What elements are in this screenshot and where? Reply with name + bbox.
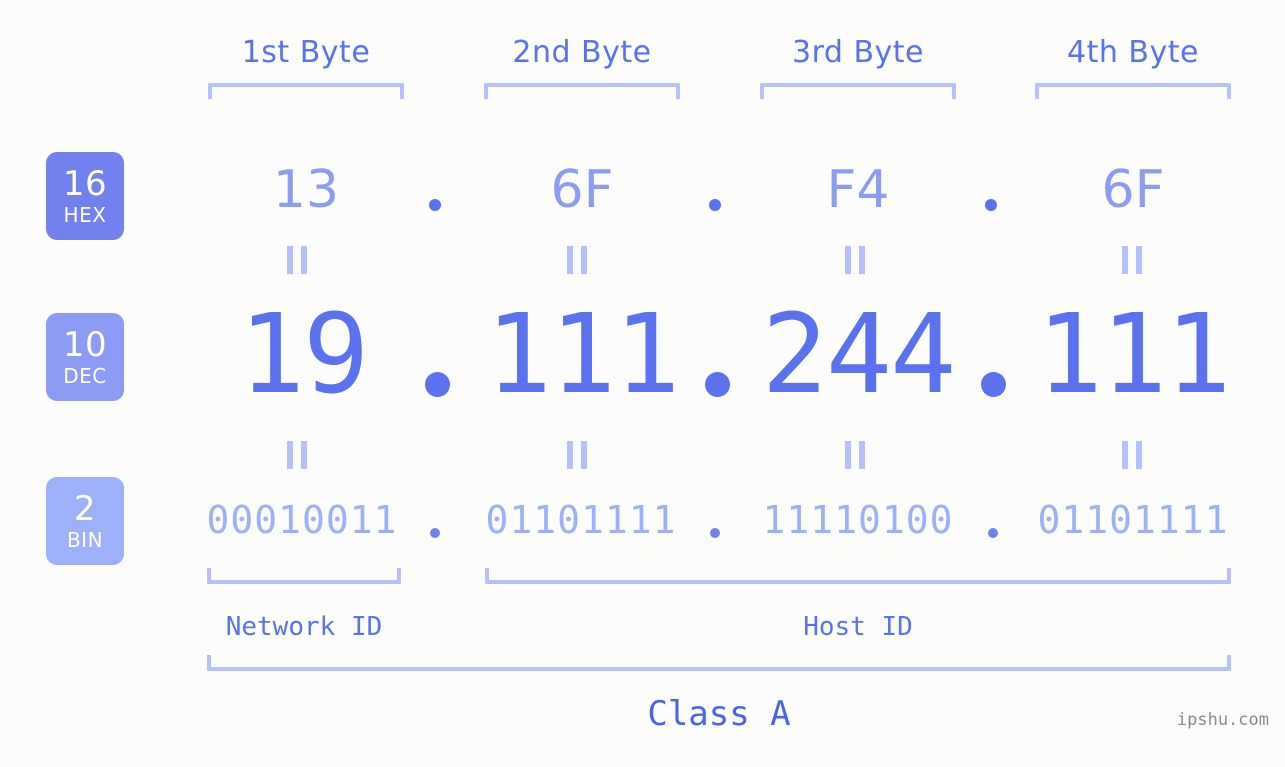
bin-separator-dot-3: [988, 528, 998, 538]
host-id-label: Host ID: [803, 612, 913, 642]
equals-mark-hex-dec-2: [567, 246, 593, 274]
dec-byte-3: 244: [761, 290, 957, 418]
bracket-byte-2: [484, 83, 680, 99]
watermark: ipshu.com: [1176, 710, 1269, 730]
bracket-byte-3: [760, 83, 956, 99]
bracket-byte-1: [208, 83, 404, 99]
base-badge-dec: 10 DEC: [46, 313, 124, 401]
hex-byte-1: 13: [272, 160, 340, 220]
bin-separator-dot-1: [430, 528, 440, 538]
hex-separator-dot-1: [429, 199, 441, 211]
byte-header-2: 2nd Byte: [512, 35, 652, 70]
equals-mark-dec-bin-3: [845, 441, 871, 469]
equals-mark-hex-dec-4: [1122, 246, 1148, 274]
bin-separator-dot-2: [710, 528, 720, 538]
equals-mark-dec-bin-1: [287, 441, 313, 469]
base-badge-hex-number: 16: [62, 163, 108, 204]
hex-separator-dot-2: [709, 199, 721, 211]
dec-separator-dot-3: [981, 372, 1006, 397]
base-badge-hex-name: HEX: [63, 202, 107, 227]
base-badge-bin: 2 BIN: [46, 477, 124, 565]
dec-separator-dot-1: [425, 372, 450, 397]
dec-separator-dot-2: [705, 372, 730, 397]
network-id-label: Network ID: [225, 612, 383, 642]
byte-header-3: 3rd Byte: [791, 35, 925, 70]
base-badge-dec-number: 10: [62, 324, 108, 365]
base-badge-bin-number: 2: [73, 488, 97, 529]
bin-byte-3: 11110100: [762, 498, 954, 542]
bracket-class: [207, 655, 1231, 671]
equals-mark-hex-dec-3: [845, 246, 871, 274]
class-label: Class A: [647, 694, 791, 734]
equals-mark-hex-dec-1: [287, 246, 313, 274]
bin-byte-2: 01101111: [485, 498, 677, 542]
bracket-byte-4: [1035, 83, 1231, 99]
dec-byte-2: 111: [485, 290, 681, 418]
dec-byte-1: 19: [238, 290, 369, 418]
hex-byte-2: 6F: [550, 160, 614, 220]
dec-byte-4: 111: [1036, 290, 1232, 418]
hex-separator-dot-3: [985, 199, 997, 211]
bin-byte-4: 01101111: [1037, 498, 1229, 542]
hex-byte-3: F4: [826, 160, 890, 220]
base-badge-bin-name: BIN: [66, 527, 104, 552]
hex-byte-4: 6F: [1101, 160, 1165, 220]
equals-mark-dec-bin-2: [567, 441, 593, 469]
ip-breakdown-diagram: 1st Byte 2nd Byte 3rd Byte 4th Byte 16 H…: [0, 0, 1285, 767]
bracket-network-id: [207, 568, 401, 584]
base-badge-dec-name: DEC: [63, 363, 107, 388]
bin-byte-1: 00010011: [206, 498, 398, 542]
equals-mark-dec-bin-4: [1122, 441, 1148, 469]
byte-header-4: 4th Byte: [1067, 35, 1199, 70]
base-badge-hex: 16 HEX: [46, 152, 124, 240]
bracket-host-id: [485, 568, 1231, 584]
byte-header-1: 1st Byte: [241, 35, 371, 70]
